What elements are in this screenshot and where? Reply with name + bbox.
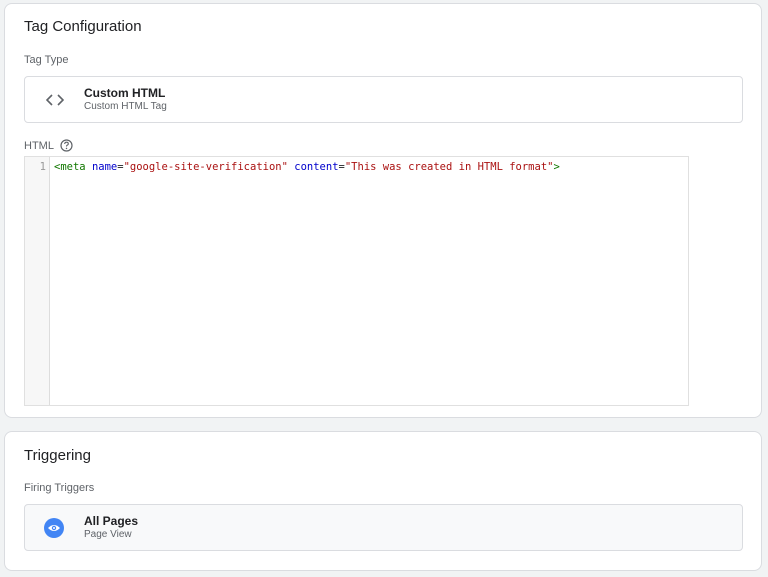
html-label: HTML <box>24 139 54 152</box>
triggering-card: Triggering Firing Triggers All Pages Pag… <box>4 431 762 571</box>
code-token-string: "This was created in HTML format" <box>344 161 554 173</box>
code-token-tag: <meta <box>54 161 86 173</box>
code-line[interactable]: <meta name="google-site-verification" co… <box>54 161 560 173</box>
triggering-title: Triggering <box>24 447 91 464</box>
trigger-item-all-pages[interactable]: All Pages Page View <box>24 504 743 551</box>
tag-type-subtitle: Custom HTML Tag <box>84 101 167 112</box>
tag-type-selector[interactable]: Custom HTML Custom HTML Tag <box>24 76 743 123</box>
code-token-attr: content <box>294 161 339 173</box>
tag-configuration-title: Tag Configuration <box>24 18 142 35</box>
tag-configuration-card: Tag Configuration Tag Type Custom HTML C… <box>4 3 762 418</box>
line-number: 1 <box>39 161 46 173</box>
html-code-editor[interactable]: 1 <meta name="google-site-verification" … <box>24 156 689 406</box>
tag-type-name: Custom HTML <box>84 86 166 100</box>
tag-type-label: Tag Type <box>24 54 69 66</box>
eye-icon <box>44 518 64 538</box>
help-circle-icon[interactable] <box>60 139 73 152</box>
firing-triggers-label: Firing Triggers <box>24 482 95 494</box>
html-label-row: HTML <box>24 139 73 152</box>
code-token-attr: name <box>91 161 118 173</box>
trigger-subtitle: Page View <box>84 529 132 540</box>
code-token-tag: > <box>553 161 560 173</box>
trigger-name: All Pages <box>84 514 139 528</box>
code-brackets-icon <box>45 90 65 110</box>
code-token-string: "google-site-verification" <box>123 161 288 173</box>
editor-gutter: 1 <box>25 157 50 405</box>
